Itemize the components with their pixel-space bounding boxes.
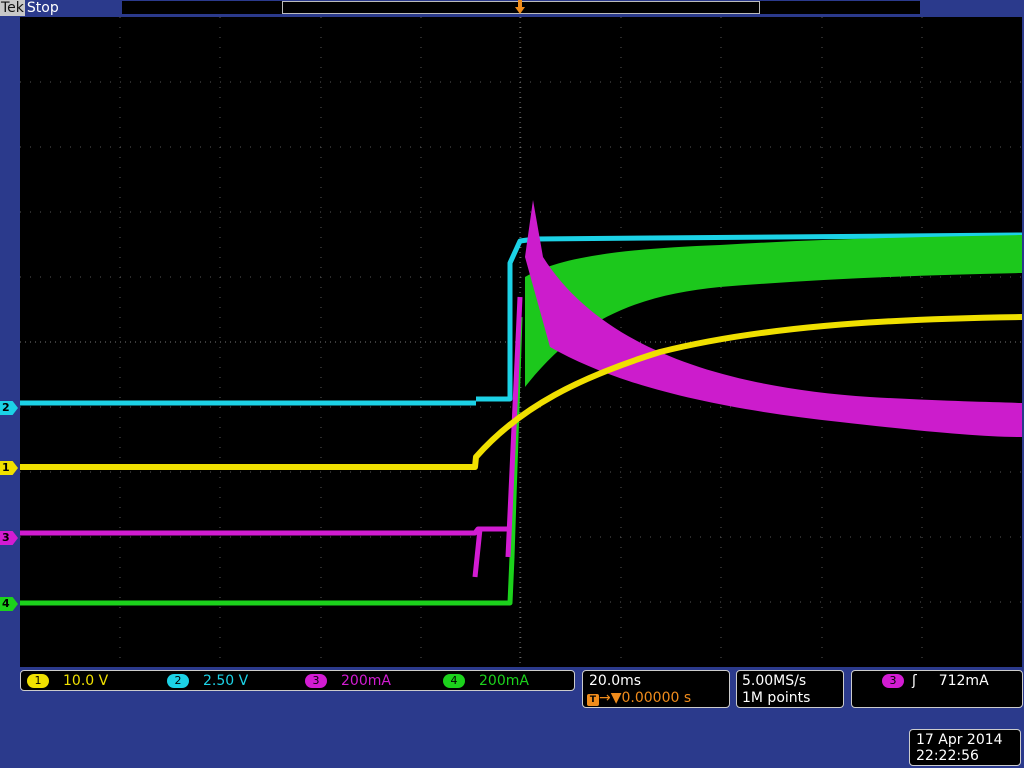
sample-rate: 5.00MS/s: [742, 673, 807, 689]
ch1-scale: 10.0 V: [63, 673, 109, 689]
acquisition-readout-panel[interactable]: 5.00MS/s 1M points: [736, 670, 844, 708]
ch1-badge: 1: [27, 674, 49, 688]
ch4-badge: 4: [443, 674, 465, 688]
trigger-delay-arrow-icon: →▼: [599, 690, 622, 706]
horizontal-readout-panel[interactable]: 20.0ms T →▼0.00000 s: [582, 670, 730, 708]
record-length: 1M points: [742, 690, 811, 706]
ch4-scale: 200mA: [479, 673, 529, 689]
trigger-position-icon: [515, 0, 525, 14]
trigger-readout-panel[interactable]: 3 ʃ 712mA: [851, 670, 1023, 708]
channel-readout-panel: 1 10.0 V 2 2.50 V 3 200mA 4 200mA: [20, 670, 575, 691]
ch4-readout[interactable]: 4 200mA: [443, 673, 529, 689]
trigger-delay-icon: T: [587, 694, 599, 706]
ch1-readout[interactable]: 1 10.0 V: [27, 673, 108, 689]
run-state: Stop: [26, 0, 59, 16]
time-per-div: 20.0ms: [589, 673, 642, 689]
trigger-source-badge: 3: [882, 674, 904, 688]
ch3-badge: 3: [305, 674, 327, 688]
brand-logo: Tek: [0, 0, 25, 16]
ch2-ground-marker[interactable]: 2: [0, 401, 18, 415]
ch2-scale: 2.50 V: [203, 673, 249, 689]
ch3-scale: 200mA: [341, 673, 391, 689]
brand-status: Tek Stop: [0, 0, 59, 16]
ch2-badge: 2: [167, 674, 189, 688]
rising-edge-icon: ʃ: [912, 673, 917, 689]
trigger-delay-readout: T →▼0.00000 s: [587, 690, 691, 706]
trigger-delay-value: 0.00000 s: [621, 690, 692, 706]
status-bar: Tek Stop: [0, 0, 1024, 16]
ch3-trace: [20, 296, 523, 578]
ch4-ground-marker[interactable]: 4: [0, 597, 18, 611]
datetime-panel: 17 Apr 2014 22:22:56: [909, 729, 1021, 766]
ch2-readout[interactable]: 2 2.50 V: [167, 673, 248, 689]
ch3-readout[interactable]: 3 200mA: [305, 673, 391, 689]
time: 22:22:56: [916, 748, 979, 764]
waveform-display[interactable]: [20, 17, 1022, 667]
date: 17 Apr 2014: [916, 732, 1003, 748]
trigger-level: 712mA: [938, 673, 989, 689]
waveform-plot: [20, 17, 1022, 667]
trigger-readout: 3 ʃ 712mA: [882, 673, 989, 689]
ch3-ground-marker[interactable]: 3: [0, 531, 18, 545]
ch1-ground-marker[interactable]: 1: [0, 461, 18, 475]
ch4-trace: [20, 316, 523, 606]
